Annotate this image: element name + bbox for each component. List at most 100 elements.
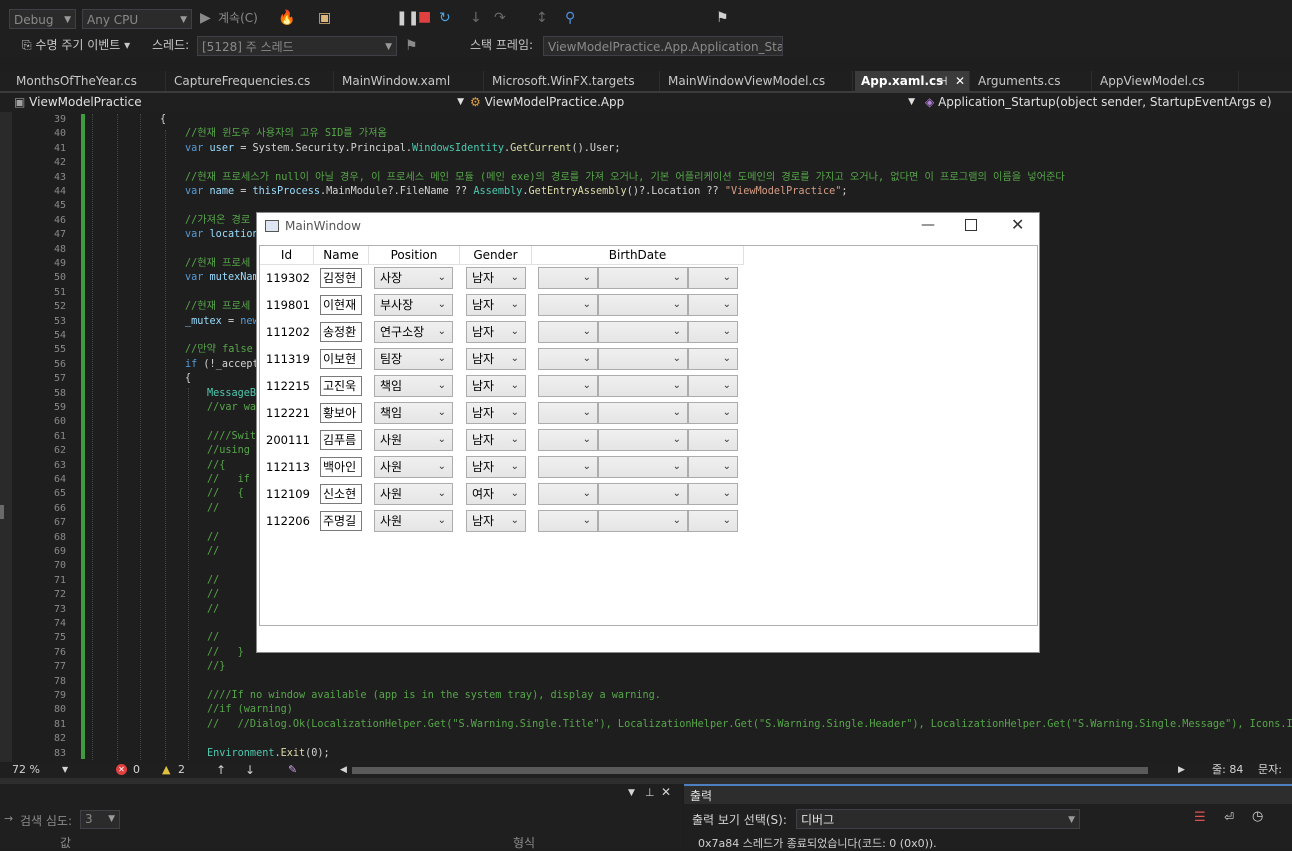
lifecycle-events-label[interactable]: ⎘ 수명 주기 이벤트 ▾ [22,35,130,55]
code-line[interactable]: ////If no window available (app is in th… [207,689,661,703]
gender-combo[interactable]: 남자 ⌄ [466,429,526,451]
code-line[interactable]: { [185,372,191,386]
birth-day-combo[interactable]: ⌄ [688,483,738,505]
clear-all-icon[interactable]: ☰ [1194,810,1206,825]
code-line[interactable]: //현재 프로세 [185,300,250,314]
output-source-combo[interactable]: 디버그 ▼ [796,809,1080,829]
breakpoint-icon[interactable]: ⚲ [565,9,575,27]
code-line[interactable]: // if [207,473,250,487]
employee-name-field[interactable]: 송정환 [320,322,362,342]
gender-combo[interactable]: 여자 ⌄ [466,483,526,505]
table-row[interactable]: 112206 주명길 사원 ⌄ 남자 ⌄ ⌄ ⌄ ⌄ [260,509,744,534]
table-row[interactable]: 112215 고진욱 책임 ⌄ 남자 ⌄ ⌄ ⌄ ⌄ [260,374,744,399]
pin-icon[interactable]: ⊣ [937,71,947,91]
birth-year-combo[interactable]: ⌄ [538,294,598,316]
birth-month-combo[interactable]: ⌄ [598,402,688,424]
platform-combo[interactable]: Any CPU ▼ [82,9,192,29]
code-line[interactable]: //{ [207,459,225,473]
position-combo[interactable]: 팀장 ⌄ [374,348,453,370]
birth-month-combo[interactable]: ⌄ [598,429,688,451]
table-row[interactable]: 112113 백아인 사원 ⌄ 남자 ⌄ ⌄ ⌄ ⌄ [260,455,744,480]
warning-icon[interactable]: ▲ [162,762,170,777]
gender-combo[interactable]: 남자 ⌄ [466,456,526,478]
birth-month-combo[interactable]: ⌄ [598,375,688,397]
column-header-id[interactable]: Id [260,246,314,265]
code-line[interactable]: // [207,631,219,645]
code-line[interactable]: // [207,531,219,545]
birth-year-combo[interactable]: ⌄ [538,510,598,532]
position-combo[interactable]: 책임 ⌄ [374,375,453,397]
pause-icon[interactable]: ❚❚ [396,9,419,27]
birth-day-combo[interactable]: ⌄ [688,321,738,343]
tab-microsoft-winfx-targets[interactable]: Microsoft.WinFX.targets [486,71,660,91]
column-header-name[interactable]: Name [314,246,369,265]
step-out-icon[interactable]: ↕ [536,9,548,27]
tab-capturefrequencies-cs[interactable]: CaptureFrequencies.cs [168,71,334,91]
code-line[interactable]: // [207,502,219,516]
birth-year-combo[interactable]: ⌄ [538,402,598,424]
table-row[interactable]: 112109 신소현 사원 ⌄ 여자 ⌄ ⌄ ⌄ ⌄ [260,482,744,507]
project-dropdown[interactable]: ▣ ViewModelPractice ▼ [14,93,464,112]
step-over-icon[interactable]: ↷ [494,9,506,27]
table-row[interactable]: 119801 이현재 부사장 ⌄ 남자 ⌄ ⌄ ⌄ ⌄ [260,293,744,318]
table-row[interactable]: 112221 황보아 책임 ⌄ 남자 ⌄ ⌄ ⌄ ⌄ [260,401,744,426]
position-combo[interactable]: 부사장 ⌄ [374,294,453,316]
table-row[interactable]: 111319 이보현 팀장 ⌄ 남자 ⌄ ⌄ ⌄ ⌄ [260,347,744,372]
gender-combo[interactable]: 남자 ⌄ [466,294,526,316]
position-combo[interactable]: 사장 ⌄ [374,267,453,289]
scroll-left-icon[interactable]: ◀ [340,762,347,778]
gender-combo[interactable]: 남자 ⌄ [466,267,526,289]
employee-name-field[interactable]: 황보아 [320,403,362,423]
birth-year-combo[interactable]: ⌄ [538,375,598,397]
code-line[interactable]: //현재 윈도우 사용자의 고유 SID를 가져옴 [185,127,387,141]
birth-year-combo[interactable]: ⌄ [538,456,598,478]
main-window[interactable]: MainWindow — ✕ Id Name Position Gender B… [256,212,1040,653]
column-value-header[interactable]: 값 [60,834,71,851]
tab-appviewmodel-cs[interactable]: AppViewModel.cs [1094,71,1239,91]
code-line[interactable]: _mutex = new [185,315,259,329]
table-row[interactable]: 111202 송정환 연구소장 ⌄ 남자 ⌄ ⌄ ⌄ ⌄ [260,320,744,345]
birth-day-combo[interactable]: ⌄ [688,510,738,532]
flag-icon[interactable]: ⚑ [405,37,418,55]
stack-frame-combo[interactable]: ViewModelPractice.App.Application_Start [543,36,783,56]
open-folder-icon[interactable]: ▣ [318,9,331,27]
column-type-header[interactable]: 형식 [513,834,535,851]
continue-label[interactable]: 계속(C) [218,8,258,28]
birth-month-combo[interactable]: ⌄ [598,321,688,343]
code-line[interactable]: //if (warning) [207,703,293,717]
birth-day-combo[interactable]: ⌄ [688,402,738,424]
gender-combo[interactable]: 남자 ⌄ [466,402,526,424]
birth-day-combo[interactable]: ⌄ [688,456,738,478]
tab-app-xaml-cs[interactable]: App.xaml.cs ⊣ ✕ [855,71,970,91]
code-line[interactable]: var mutexName [185,271,265,285]
hot-reload-icon[interactable]: 🔥 [278,9,295,27]
panel-dropdown-icon[interactable]: ▼ [628,788,635,798]
employee-name-field[interactable]: 주명길 [320,511,362,531]
employee-name-field[interactable]: 김정현 [320,268,362,288]
code-line[interactable]: // { [207,487,244,501]
gender-combo[interactable]: 남자 ⌄ [466,348,526,370]
member-dropdown[interactable]: ◈ Application_Startup(object sender, Sta… [925,93,1285,112]
error-icon[interactable]: ✕ [116,764,127,775]
gender-combo[interactable]: 남자 ⌄ [466,321,526,343]
horizontal-scrollbar[interactable] [352,767,1148,774]
employee-name-field[interactable]: 고진욱 [320,376,362,396]
output-title-tab[interactable]: 출력 [684,784,1292,804]
birth-year-combo[interactable]: ⌄ [538,267,598,289]
column-header-birthdate[interactable]: BirthDate [532,246,744,265]
bookmark-icon[interactable]: ⚑ [716,9,729,27]
minimize-icon[interactable]: — [921,217,935,233]
column-header-gender[interactable]: Gender [460,246,532,265]
code-line[interactable]: var location [185,228,259,242]
birth-month-combo[interactable]: ⌄ [598,294,688,316]
search-depth-combo[interactable]: 3 ▼ [80,810,120,829]
tab-mainwindowviewmodel-cs[interactable]: MainWindowViewModel.cs [662,71,853,91]
employee-name-field[interactable]: 이보현 [320,349,362,369]
code-line[interactable]: // [207,603,219,617]
employee-name-field[interactable]: 이현재 [320,295,362,315]
birth-year-combo[interactable]: ⌄ [538,321,598,343]
window-title-bar[interactable]: MainWindow — ✕ [257,213,1039,243]
birth-year-combo[interactable]: ⌄ [538,483,598,505]
birth-month-combo[interactable]: ⌄ [598,267,688,289]
employee-name-field[interactable]: 백아인 [320,457,362,477]
